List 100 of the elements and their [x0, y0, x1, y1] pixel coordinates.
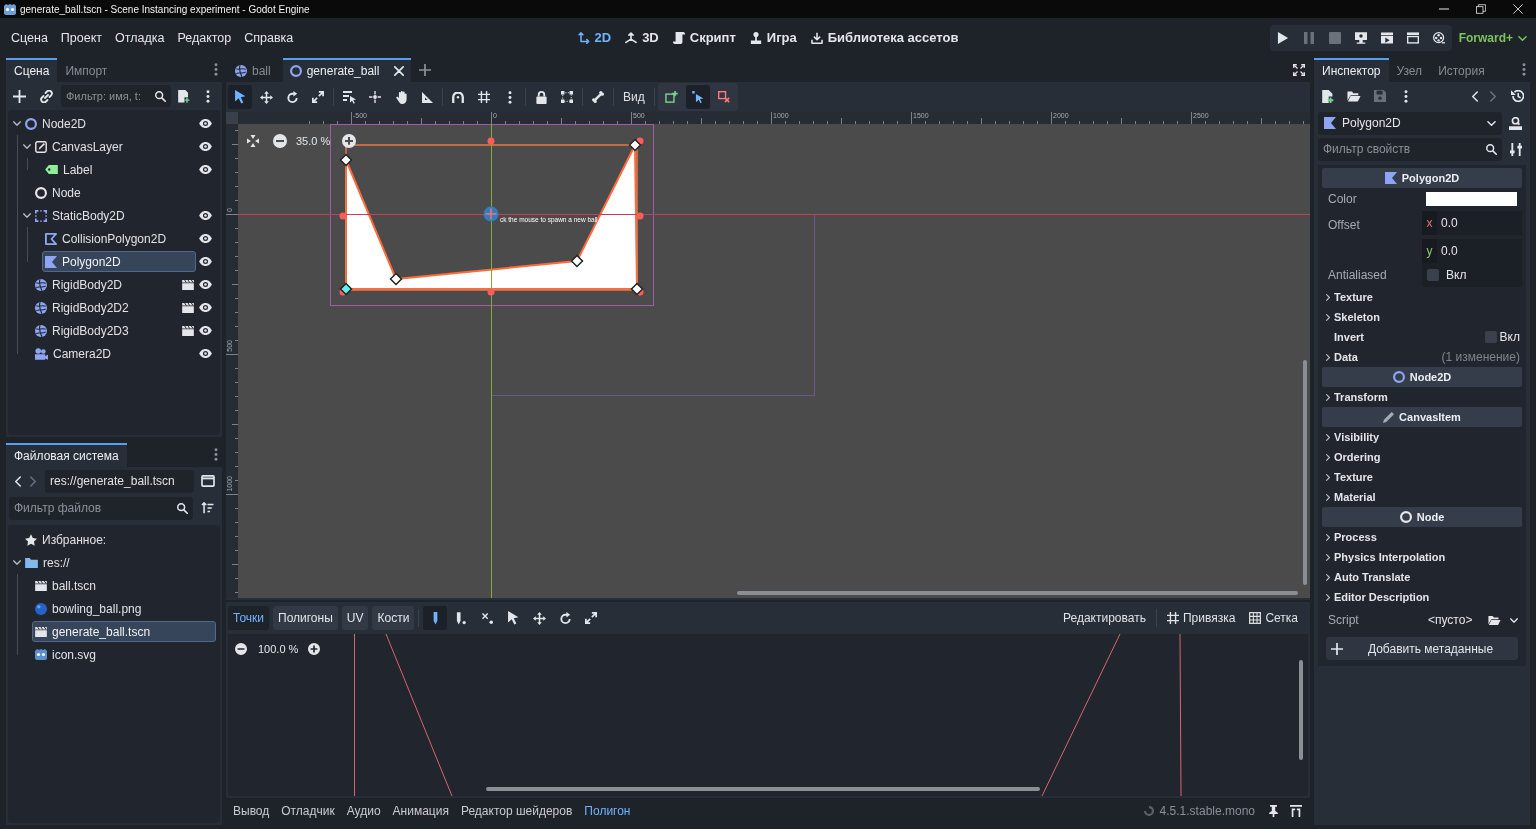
- tree-item[interactable]: generate_ball.tscn: [32, 621, 216, 642]
- tree-item[interactable]: Node2D: [22, 113, 196, 134]
- workspace-tab[interactable]: 3D: [619, 24, 665, 52]
- resize-handle[interactable]: [487, 288, 495, 296]
- tree-item[interactable]: Label: [42, 159, 196, 180]
- select-tool-button[interactable]: [228, 85, 252, 109]
- caret-right-icon[interactable]: [1326, 393, 1330, 401]
- vertex-handle[interactable]: [389, 272, 403, 286]
- pin-icon[interactable]: [1269, 804, 1278, 817]
- caret-down-icon[interactable]: [13, 560, 21, 565]
- color-swatch[interactable]: [1426, 192, 1517, 206]
- tree-item[interactable]: Camera2D: [32, 343, 196, 364]
- filter-field[interactable]: Фильтр: имя, t:: [61, 85, 171, 107]
- workspace-tab[interactable]: Игра: [743, 24, 803, 52]
- group-label[interactable]: Physics Interpolation: [1334, 548, 1446, 566]
- mode-tab[interactable]: Точки: [228, 606, 269, 630]
- window-icon[interactable]: [201, 475, 215, 487]
- menu-item[interactable]: Сцена: [5, 25, 54, 51]
- dock-tab[interactable]: Узел: [1388, 58, 1431, 82]
- bottom-tab[interactable]: Отладчик: [275, 799, 341, 822]
- dock-tab[interactable]: История: [1430, 58, 1493, 82]
- eye-icon[interactable]: [198, 234, 212, 243]
- group-label[interactable]: Visibility: [1334, 428, 1380, 446]
- center-view-icon[interactable]: [247, 135, 259, 148]
- tree-item[interactable]: icon.svg: [32, 644, 216, 665]
- move-point-button[interactable]: [685, 85, 710, 109]
- eye-icon[interactable]: [198, 211, 212, 220]
- caret-right-icon[interactable]: [1326, 593, 1330, 601]
- caret-right-icon[interactable]: [1326, 533, 1330, 541]
- tree-item[interactable]: Node: [32, 182, 196, 203]
- tree-item[interactable]: res://: [22, 552, 216, 573]
- tree-item[interactable]: bowling_ball.png: [32, 598, 216, 619]
- group-label[interactable]: Skeleton: [1334, 308, 1380, 326]
- dock-tab[interactable]: Файловая система: [6, 443, 127, 467]
- edit-menu-button[interactable]: Редактировать: [1059, 606, 1150, 630]
- checkbox[interactable]: [1427, 269, 1439, 281]
- clapper-icon[interactable]: [182, 302, 194, 313]
- mode-tab[interactable]: Кости: [372, 606, 415, 630]
- caret-right-icon[interactable]: [1326, 573, 1330, 581]
- clapper-icon[interactable]: [182, 279, 194, 290]
- caret-down-icon[interactable]: [13, 121, 21, 126]
- dots-icon[interactable]: [1522, 63, 1526, 76]
- bottom-tab[interactable]: Вывод: [227, 799, 276, 822]
- group-label[interactable]: Data: [1334, 348, 1358, 366]
- menu-item[interactable]: Проект: [54, 25, 109, 51]
- filter-field[interactable]: Фильтр файлов: [9, 496, 193, 520]
- clapper-icon[interactable]: [182, 325, 194, 336]
- tree-item[interactable]: CollisionPolygon2D: [42, 228, 196, 249]
- plus-icon[interactable]: [419, 64, 432, 76]
- chevron-left-icon[interactable]: [15, 475, 21, 487]
- eye-icon[interactable]: [198, 165, 212, 174]
- caret-right-icon[interactable]: [1326, 453, 1330, 461]
- tree-item[interactable]: StaticBody2D: [32, 205, 196, 226]
- vertex-handle[interactable]: [630, 282, 644, 296]
- scrollbar-thumb[interactable]: [1299, 660, 1303, 760]
- path-field[interactable]: res://generate_ball.tscn: [45, 469, 194, 493]
- eye-icon[interactable]: [198, 280, 212, 289]
- renderer-dropdown[interactable]: Forward+: [1458, 25, 1527, 51]
- link-icon[interactable]: [40, 89, 53, 103]
- script-add-icon[interactable]: [178, 89, 190, 103]
- eye-icon[interactable]: [198, 142, 212, 151]
- number-field[interactable]: x 0.0: [1422, 211, 1522, 235]
- sort-icon[interactable]: [201, 502, 214, 514]
- group-label[interactable]: Invert: [1334, 328, 1364, 346]
- scrollbar-thumb[interactable]: [737, 591, 1298, 595]
- mode-tab[interactable]: Полигоны: [273, 606, 338, 630]
- bottom-tab[interactable]: Анимация: [386, 799, 455, 822]
- workspace-tab[interactable]: 2D: [571, 24, 618, 52]
- tree-item[interactable]: RigidBody2D3: [32, 320, 180, 341]
- group-label[interactable]: Transform: [1334, 388, 1388, 406]
- dock-tab[interactable]: Импорт: [57, 58, 116, 82]
- zoom-in-icon[interactable]: [342, 134, 357, 149]
- group-label[interactable]: Ordering: [1334, 448, 1381, 466]
- grid-toggle-button[interactable]: Сетка: [1245, 606, 1302, 630]
- bottom-tab[interactable]: Редактор шейдеров: [454, 799, 579, 822]
- resize-handle[interactable]: [636, 212, 644, 220]
- tree-item[interactable]: Polygon2D: [42, 251, 196, 272]
- zoom-out-icon[interactable]: [273, 134, 287, 149]
- eye-icon[interactable]: [198, 119, 212, 128]
- group-label[interactable]: Texture: [1334, 468, 1373, 486]
- caret-right-icon[interactable]: [1326, 553, 1330, 561]
- polygon-shape[interactable]: [345, 144, 638, 291]
- dots-icon[interactable]: [214, 448, 218, 461]
- resource-picker[interactable]: <пусто>: [1422, 609, 1479, 631]
- resize-handle[interactable]: [487, 137, 495, 145]
- docs-icon[interactable]: [1509, 116, 1522, 130]
- dots-icon[interactable]: [206, 89, 210, 103]
- object-selector[interactable]: Polygon2D: [1318, 111, 1502, 135]
- tree-item[interactable]: Избранное:: [22, 529, 216, 550]
- add-metadata-button[interactable]: Добавить метаданные: [1326, 637, 1518, 660]
- view-menu-button[interactable]: Вид: [617, 85, 651, 109]
- menu-item[interactable]: Справка: [238, 25, 300, 51]
- tree-item[interactable]: ball.tscn: [32, 575, 216, 596]
- vertex-handle[interactable]: [339, 282, 353, 296]
- number-field[interactable]: y 0.0: [1422, 239, 1522, 263]
- tree-item[interactable]: RigidBody2D: [32, 274, 180, 295]
- tree-item[interactable]: RigidBody2D2: [32, 297, 180, 318]
- caret-right-icon[interactable]: [1326, 353, 1330, 361]
- plus-icon[interactable]: [13, 89, 26, 103]
- settings-icon[interactable]: [1510, 142, 1522, 156]
